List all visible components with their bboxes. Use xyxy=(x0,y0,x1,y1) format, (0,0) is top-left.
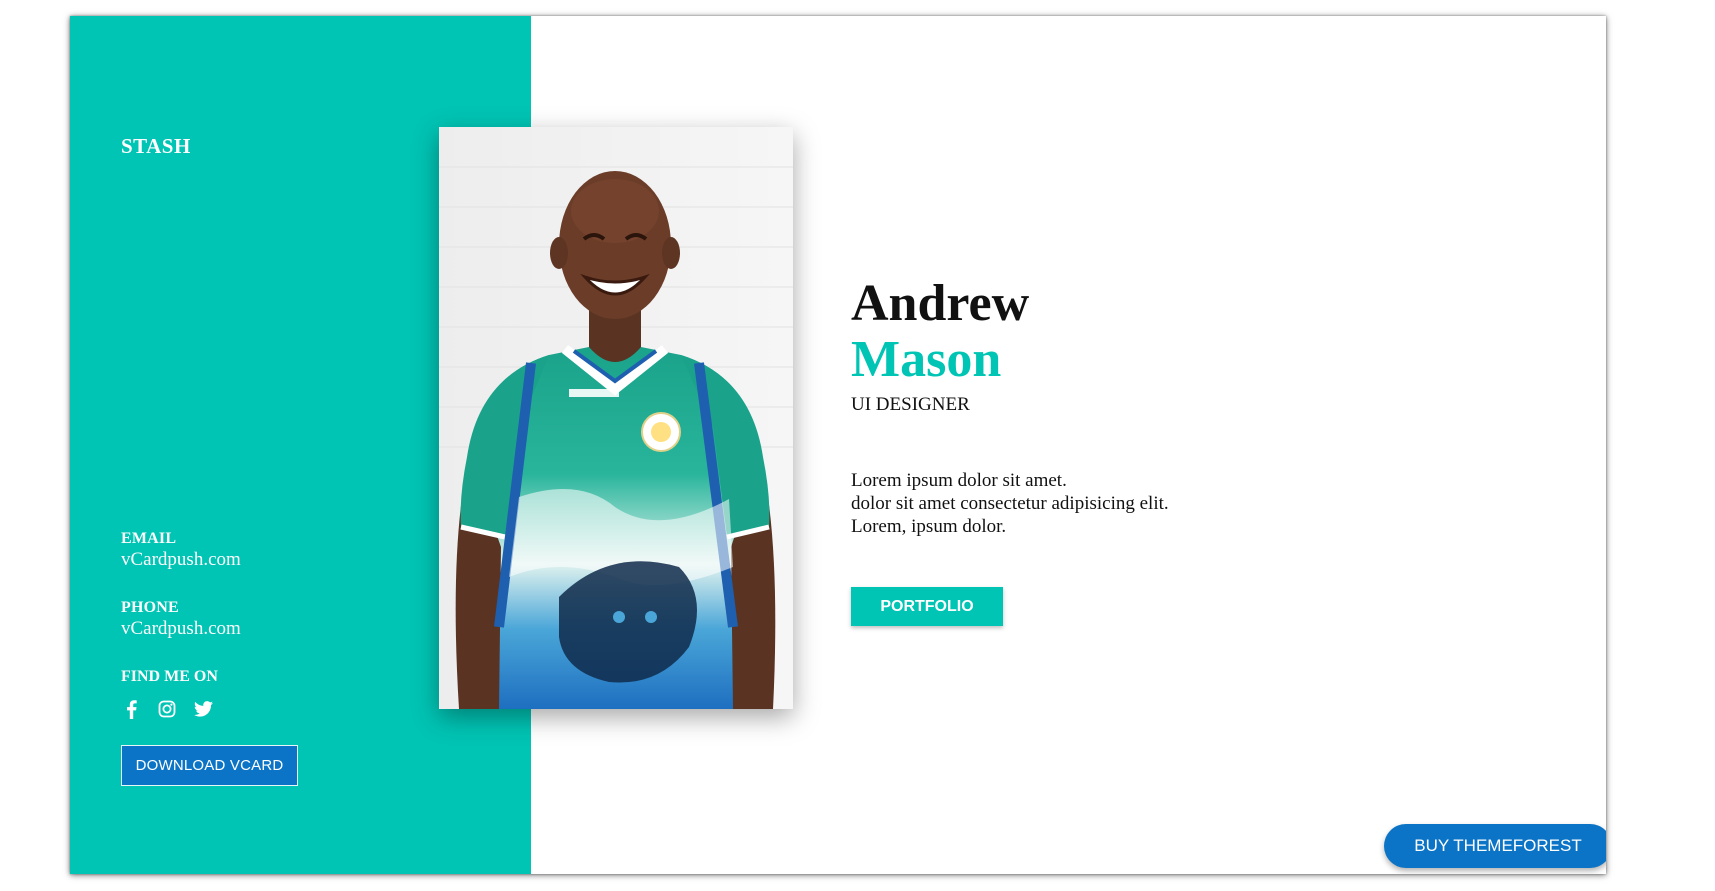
profile-bio: Lorem ipsum dolor sit amet. dolor sit am… xyxy=(851,469,1169,538)
bio-line: Lorem ipsum dolor sit amet. xyxy=(851,470,1067,491)
profile-role: UI DESIGNER xyxy=(851,394,970,415)
facebook-icon[interactable] xyxy=(121,699,141,719)
twitter-icon[interactable] xyxy=(193,699,213,719)
email-label: EMAIL xyxy=(121,530,177,547)
bio-line: Lorem, ipsum dolor. xyxy=(851,516,1007,537)
vcard-page: STASH EMAIL vCardpush.com PHONE vCardpus… xyxy=(70,16,1606,874)
profile-last-name: Mason xyxy=(851,331,1002,388)
phone-label: PHONE xyxy=(121,599,179,616)
download-vcard-button[interactable]: DOWNLOAD VCARD xyxy=(121,745,298,786)
contact-email: EMAIL vCardpush.com xyxy=(121,530,241,571)
bio-line: dolor sit amet consectetur adipisicing e… xyxy=(851,493,1169,514)
buy-themeforest-button[interactable]: BUY THEMEFOREST xyxy=(1384,824,1606,868)
profile-photo-illustration xyxy=(439,127,793,709)
social-links xyxy=(121,699,213,719)
portfolio-button[interactable]: PORTFOLIO xyxy=(851,587,1003,626)
brand-logo[interactable]: STASH xyxy=(121,134,191,159)
instagram-icon[interactable] xyxy=(157,699,177,719)
contact-phone: PHONE vCardpush.com xyxy=(121,599,241,640)
profile-first-name: Andrew xyxy=(851,275,1030,332)
phone-value[interactable]: vCardpush.com xyxy=(121,618,241,640)
find-me-label: FIND ME ON xyxy=(121,668,218,685)
profile-photo xyxy=(439,127,793,709)
email-value[interactable]: vCardpush.com xyxy=(121,549,241,571)
